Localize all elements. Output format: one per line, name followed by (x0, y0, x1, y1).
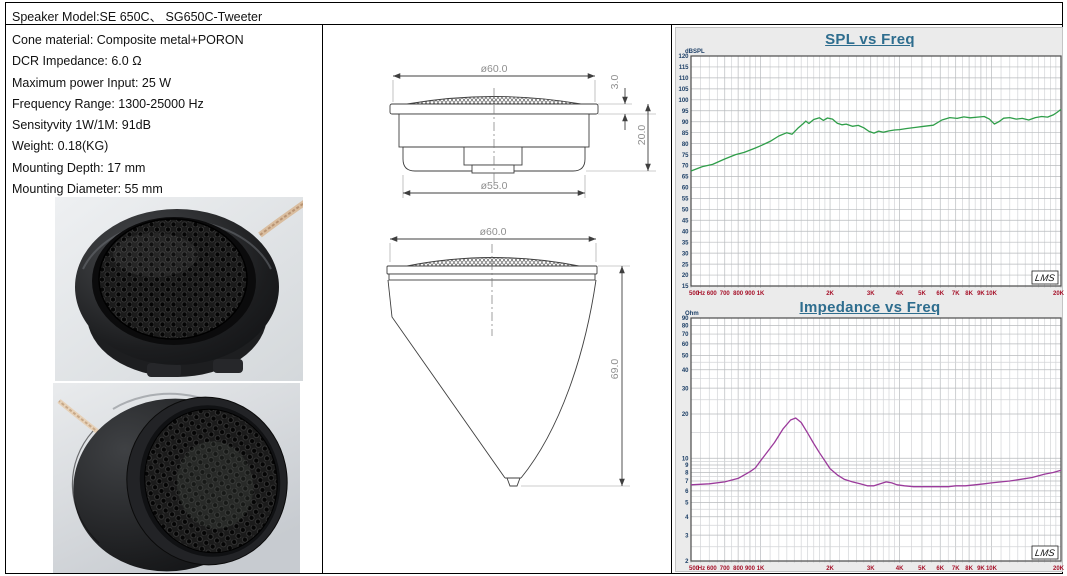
svg-text:8K: 8K (965, 566, 973, 572)
svg-text:70: 70 (682, 332, 689, 338)
spec-line-max-power: Maximum power Input: 25 W (12, 73, 312, 94)
svg-text:4K: 4K (896, 566, 904, 572)
svg-text:10: 10 (682, 456, 689, 462)
svg-text:60: 60 (682, 342, 689, 348)
svg-text:60: 60 (682, 186, 689, 192)
svg-text:2K: 2K (826, 566, 834, 572)
svg-text:40: 40 (682, 229, 689, 235)
dome-mesh (407, 258, 579, 267)
svg-text:95: 95 (682, 109, 689, 115)
svg-text:115: 115 (679, 65, 689, 71)
spec-line-weight: Weight: 0.18(KG) (12, 136, 312, 157)
svg-text:LMS: LMS (1034, 548, 1056, 559)
svg-text:90: 90 (682, 120, 689, 126)
svg-text:700: 700 (720, 566, 731, 572)
spec-line-sensitivity: Sensityvity 1W/1M: 91dB (12, 115, 312, 136)
datasheet-page: Speaker Model:SE 650C、 SG650C-Tweeter Co… (0, 0, 1067, 576)
spec-line-frequency-range: Frequency Range: 1300-25000 Hz (12, 94, 312, 115)
svg-text:5: 5 (685, 501, 689, 507)
dim-bottom-diameter: ø55.0 (481, 180, 508, 192)
svg-text:20: 20 (682, 273, 689, 279)
header-row: Speaker Model:SE 650C、 SG650C-Tweeter (12, 6, 262, 25)
dim-total-height: 20.0 (636, 125, 648, 146)
svg-text:55: 55 (682, 197, 689, 203)
technical-drawing: ø60.0 3.0 20.0 ø55.0 ø60.0 69.0 (324, 25, 672, 574)
svg-text:LMS: LMS (1034, 273, 1056, 284)
svg-text:80: 80 (682, 142, 689, 148)
spec-line-mounting-depth: Mounting Depth: 17 mm (12, 158, 312, 179)
svg-text:65: 65 (682, 175, 689, 181)
svg-text:6: 6 (685, 489, 689, 495)
terminal-block (464, 147, 522, 165)
svg-text:25: 25 (682, 262, 689, 268)
svg-text:20K: 20K (1053, 566, 1064, 572)
svg-text:120: 120 (678, 54, 689, 60)
spl-chart-plot: 120 115 110 105 100 95 90 85 80 75 70 65 60 55 50 45 40 3… (676, 28, 1064, 296)
svg-text:9K: 9K (977, 566, 985, 572)
svg-text:100: 100 (678, 98, 689, 104)
svg-text:105: 105 (678, 87, 689, 93)
svg-text:85: 85 (682, 131, 689, 137)
dim-flange-thickness: 3.0 (609, 75, 621, 90)
svg-text:6K: 6K (936, 566, 944, 572)
svg-text:dBSPL: dBSPL (685, 49, 705, 55)
impedance-chart-plot: 90807060504030201098765432500Hz600700800… (676, 296, 1064, 574)
svg-text:1K: 1K (757, 566, 765, 572)
svg-text:2: 2 (685, 559, 689, 565)
cone-right-edge (521, 280, 596, 478)
spec-line-cone-material: Cone material: Composite metal+PORON (12, 30, 312, 51)
spl-chart: SPL vs Freq 1201151101051009590858075706… (676, 28, 1064, 296)
pod-mount-drawing (387, 239, 630, 486)
svg-text:7K: 7K (952, 566, 960, 572)
svg-text:600: 600 (707, 566, 718, 572)
svg-text:8: 8 (685, 471, 689, 477)
charts-panel: SPL vs Freq 1201151101051009590858075706… (675, 27, 1063, 572)
svg-text:90: 90 (682, 316, 689, 322)
svg-text:30: 30 (682, 251, 689, 257)
dim-pod-height: 69.0 (609, 359, 621, 380)
svg-text:4: 4 (685, 515, 689, 521)
product-photo-angled (53, 383, 300, 573)
dim-pod-diameter: ø60.0 (480, 226, 507, 238)
terminal-inner (472, 165, 514, 173)
svg-text:30: 30 (682, 386, 689, 392)
grille-sheen (113, 233, 197, 277)
svg-text:3K: 3K (867, 566, 875, 572)
svg-text:9: 9 (685, 463, 689, 469)
spec-line-dcr-impedance: DCR Impedance: 6.0 Ω (12, 51, 312, 72)
svg-text:7: 7 (685, 479, 689, 485)
svg-text:15: 15 (682, 284, 689, 290)
mounting-tab (213, 359, 243, 373)
svg-text:110: 110 (679, 76, 689, 82)
svg-text:Hz: Hz (698, 566, 705, 572)
mounting-tab (147, 363, 181, 377)
svg-text:35: 35 (682, 240, 689, 246)
svg-text:800: 800 (733, 566, 744, 572)
svg-text:3: 3 (685, 533, 689, 539)
svg-text:80: 80 (682, 324, 689, 330)
specs-list: Cone material: Composite metal+PORON DCR… (12, 30, 312, 200)
svg-text:10K: 10K (986, 566, 998, 572)
svg-text:75: 75 (682, 153, 689, 159)
svg-text:5K: 5K (918, 566, 926, 572)
svg-text:20: 20 (682, 412, 689, 418)
dim-top-diameter: ø60.0 (481, 63, 508, 75)
column-divider-1 (322, 25, 323, 574)
svg-text:50: 50 (682, 208, 689, 214)
cone-left-edge (388, 280, 505, 478)
svg-text:70: 70 (682, 164, 689, 170)
svg-text:40: 40 (682, 368, 689, 374)
impedance-chart: Impedance vs Freq 9080706050403020109876… (676, 296, 1064, 574)
cone-tip (505, 478, 521, 486)
svg-text:Ohm: Ohm (685, 311, 699, 317)
svg-text:45: 45 (682, 218, 689, 224)
flat-mount-drawing (390, 76, 656, 198)
svg-text:900: 900 (745, 566, 756, 572)
svg-text:50: 50 (682, 354, 689, 360)
speaker-model-title: Speaker Model:SE 650C、 SG650C-Tweeter (12, 10, 262, 24)
product-photo-front (55, 197, 303, 381)
